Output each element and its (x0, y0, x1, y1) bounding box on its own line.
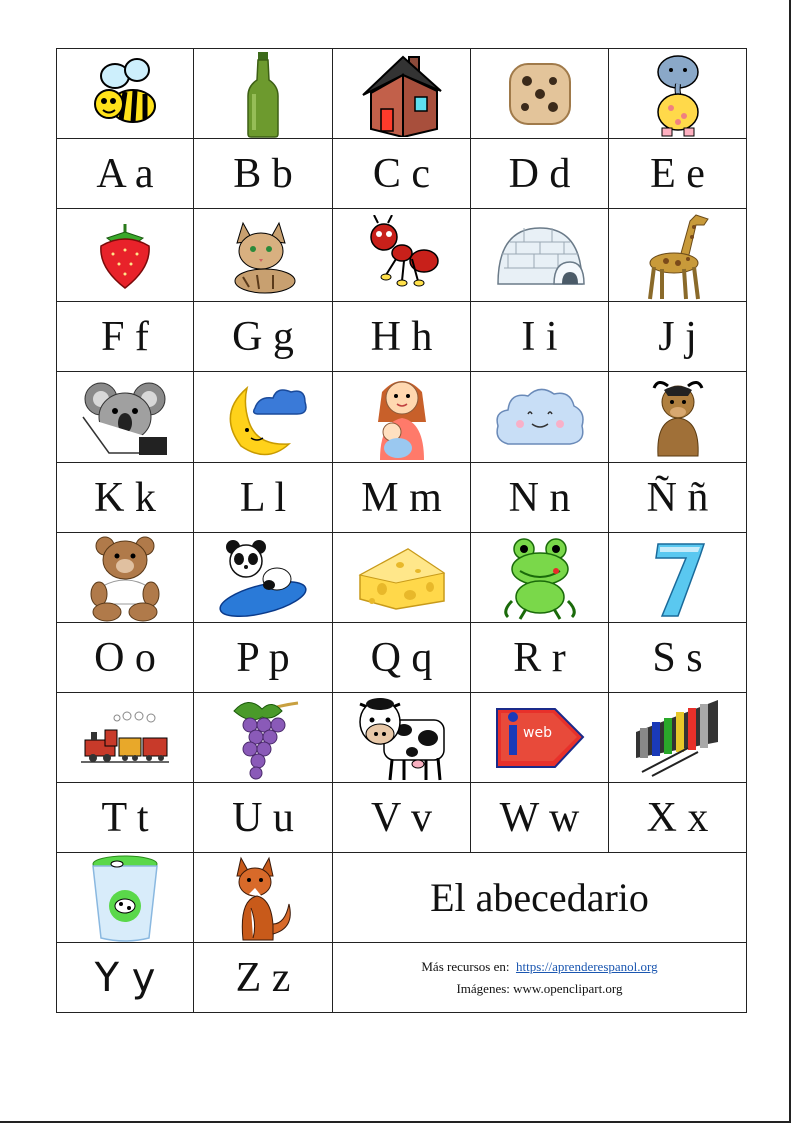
letter-r: R r (513, 634, 566, 681)
koala-icon (82, 382, 167, 455)
cloud-icon (495, 388, 584, 445)
letter-t: T t (101, 794, 149, 841)
letter-c: C c (372, 150, 431, 197)
moon-icon (229, 385, 307, 456)
letter-i: I i (521, 313, 558, 360)
letter-o: O o (94, 634, 156, 681)
letter-y: Y y (94, 954, 156, 1001)
bottle-icon (247, 51, 279, 138)
letter-j: J j (658, 313, 697, 360)
letter-g: G g (232, 313, 294, 360)
letter-q: Q q (370, 634, 433, 681)
cat-icon (234, 221, 296, 294)
svg-text:web: web (523, 725, 552, 741)
train-icon (81, 711, 169, 763)
more-resources-label: Más recursos en: (421, 958, 510, 974)
images-credit: Imágenes: www.openclipart.org (456, 980, 623, 996)
letter-e: E e (650, 150, 705, 197)
alphabet-table: A a B b C c D d E e F f G g H h I i J j … (56, 48, 747, 1013)
dice-icon (508, 62, 571, 125)
bear-icon (90, 536, 160, 621)
credits: Más recursos en: https://aprenderespanol… (334, 956, 746, 1000)
house-icon (361, 55, 442, 137)
mother-icon (377, 381, 426, 460)
yak-icon (652, 381, 703, 457)
strawberry-icon (100, 224, 150, 289)
letter-h: H h (370, 313, 433, 360)
cell-image-b (193, 48, 333, 139)
letter-n: N n (508, 474, 571, 521)
credits-cell: Más recursos en: https://aprenderespanol… (332, 942, 747, 1013)
bee-icon (94, 57, 156, 123)
more-resources-link[interactable]: https://aprenderespanol.org (516, 959, 658, 974)
web-icon: web (495, 707, 584, 768)
xylophone-icon (635, 699, 718, 777)
grapes-icon (233, 701, 299, 779)
frog-icon (503, 537, 576, 620)
letter-m: M m (361, 474, 442, 521)
page-title: El abecedario (430, 875, 649, 920)
cow-icon (358, 697, 445, 780)
letter-k: K k (94, 474, 156, 521)
letter-w: W w (499, 794, 580, 841)
letter-d: D d (508, 150, 571, 197)
yogurt-icon (92, 855, 158, 942)
ant-icon (369, 215, 439, 287)
cheese-icon (358, 547, 445, 610)
giraffe-icon (647, 214, 709, 300)
letter-enye: Ñ ñ (646, 474, 709, 521)
letter-f: F f (101, 313, 149, 360)
cell-image-c (332, 48, 471, 139)
letter-p: P p (236, 634, 290, 681)
cell-image-a (56, 48, 194, 139)
letter-a: A a (96, 150, 154, 197)
letter-s: S s (652, 634, 703, 681)
elephant-icon (656, 54, 699, 136)
letter-l: L l (239, 474, 287, 521)
title-cell: El abecedario (332, 852, 747, 943)
letter-x: X x (646, 794, 709, 841)
fox-icon (236, 856, 291, 940)
igloo-icon (496, 227, 585, 285)
letter-z: Z z (235, 954, 291, 1001)
seven-icon (654, 542, 705, 617)
cell-image-d (470, 48, 609, 139)
letter-u: U u (232, 794, 294, 841)
cell-image-e (608, 48, 747, 139)
panda-icon (219, 539, 307, 617)
letter-b: B b (233, 150, 293, 197)
letter-v: V v (370, 794, 433, 841)
